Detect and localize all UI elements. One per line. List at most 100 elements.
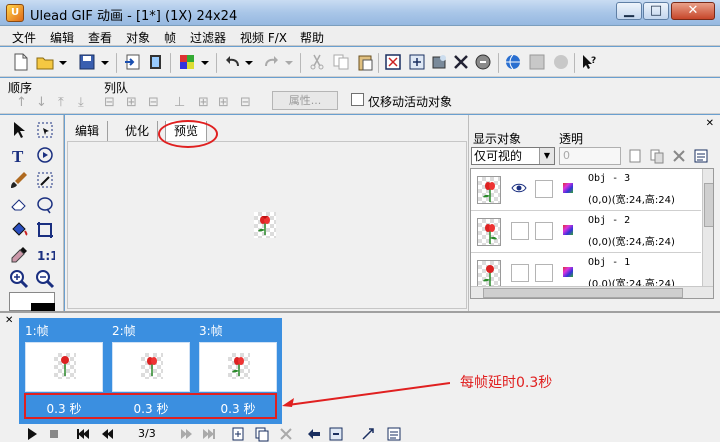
list-item[interactable]: Obj - 2 (0,0)(宽:24,高:24) <box>471 211 701 253</box>
redo-dropdown-icon[interactable] <box>284 53 294 71</box>
visibility-toggle[interactable] <box>511 264 529 282</box>
palette-dropdown-icon[interactable] <box>200 53 210 71</box>
distribute-icon[interactable]: ⊞ <box>218 95 229 110</box>
menu-help[interactable]: 帮助 <box>300 29 324 46</box>
menu-filter[interactable]: 过滤器 <box>190 29 226 46</box>
web-preview-icon[interactable] <box>504 53 522 71</box>
new-file-icon[interactable] <box>12 53 30 71</box>
lock-toggle[interactable] <box>535 222 553 240</box>
panel-close-icon[interactable]: ✕ <box>706 118 714 129</box>
import-icon[interactable] <box>124 53 142 71</box>
tween-icon[interactable] <box>306 426 322 442</box>
eye-icon[interactable] <box>511 182 529 198</box>
zoom-in-icon[interactable] <box>9 269 29 289</box>
menu-edit[interactable]: 编辑 <box>50 29 74 46</box>
align-center-icon[interactable]: ⊞ <box>126 95 137 110</box>
close-button[interactable]: ✕ <box>671 2 715 20</box>
menu-frame[interactable]: 帧 <box>164 29 176 46</box>
move-top-icon[interactable]: ⤒ <box>58 95 64 110</box>
pick-tool-icon[interactable] <box>9 120 29 140</box>
resize-icon[interactable] <box>408 53 426 71</box>
brush-tool-icon[interactable] <box>9 170 29 190</box>
move-active-only-checkbox[interactable] <box>351 93 364 106</box>
object-list-vertical-scrollbar[interactable] <box>702 169 713 286</box>
crop-icon[interactable] <box>384 53 402 71</box>
scrollbar-thumb[interactable] <box>483 288 683 298</box>
zoom-out-icon[interactable] <box>35 269 55 289</box>
stop-icon[interactable] <box>48 426 60 442</box>
magic-wand-tool-icon[interactable] <box>35 170 55 190</box>
cut-icon[interactable] <box>308 53 326 71</box>
lock-toggle[interactable] <box>535 180 553 198</box>
frame-properties-icon[interactable] <box>328 426 344 442</box>
align-right-icon[interactable]: ⊟ <box>148 95 159 110</box>
object-list-horizontal-scrollbar[interactable] <box>471 286 713 298</box>
copy-icon[interactable] <box>332 53 350 71</box>
film-import-icon[interactable] <box>146 53 164 71</box>
duplicate-frame-icon[interactable] <box>254 426 270 442</box>
tab-optimize[interactable]: 优化 <box>117 121 159 141</box>
actual-size-icon[interactable]: 1:1 <box>35 245 55 265</box>
ellipse-select-icon[interactable] <box>35 195 55 215</box>
paint-bucket-icon[interactable] <box>9 220 29 240</box>
marquee-tool-icon[interactable] <box>35 120 55 140</box>
list-item[interactable]: Obj - 3 (0,0)(宽:24,高:24) <box>471 169 701 211</box>
minimize-button[interactable]: ▁ <box>616 2 642 20</box>
menu-file[interactable]: 文件 <box>12 29 36 46</box>
first-frame-icon[interactable] <box>76 426 90 442</box>
open-dropdown-icon[interactable] <box>58 53 68 71</box>
previous-frame-icon[interactable] <box>100 426 114 442</box>
eraser-tool-icon[interactable] <box>9 195 29 215</box>
delete-frame-icon[interactable] <box>278 426 294 442</box>
visibility-toggle[interactable] <box>511 222 529 240</box>
delete-icon[interactable] <box>671 148 687 164</box>
reverse-icon[interactable] <box>360 426 376 442</box>
object-properties-icon[interactable] <box>693 148 709 164</box>
optimize-icon[interactable] <box>474 53 492 71</box>
help-pointer-icon[interactable]: ? <box>580 53 598 71</box>
lasso-tool-icon[interactable] <box>35 145 55 165</box>
display-object-select[interactable]: 仅可视的 ▼ <box>471 147 555 165</box>
eyedropper-tool-icon[interactable] <box>9 245 29 265</box>
disabled-tool-icon[interactable] <box>528 53 546 71</box>
undo-icon[interactable] <box>224 53 242 71</box>
move-down-icon[interactable]: ↓ <box>36 95 47 110</box>
play-icon[interactable] <box>26 426 38 442</box>
background-color-swatch[interactable] <box>31 303 55 311</box>
next-frame-icon[interactable] <box>180 426 194 442</box>
align-top-icon[interactable]: ⊥ <box>174 95 185 110</box>
lock-toggle[interactable] <box>535 264 553 282</box>
save-dropdown-icon[interactable] <box>100 53 110 71</box>
transform-tool-icon[interactable] <box>35 220 55 240</box>
menu-view[interactable]: 查看 <box>88 29 112 46</box>
last-frame-icon[interactable] <box>202 426 216 442</box>
scrollbar-thumb[interactable] <box>704 183 713 227</box>
add-frame-icon[interactable] <box>230 426 246 442</box>
preview-canvas[interactable] <box>67 141 467 309</box>
color-palette-icon[interactable] <box>178 53 196 71</box>
new-object-icon[interactable] <box>627 148 643 164</box>
align-left-icon[interactable]: ⊟ <box>104 95 115 110</box>
save-icon[interactable] <box>78 53 96 71</box>
tab-edit[interactable]: 编辑 <box>67 121 109 141</box>
text-tool-icon[interactable]: T <box>9 145 29 165</box>
paste-icon[interactable] <box>356 53 374 71</box>
distribute-v-icon[interactable]: ⊟ <box>240 95 251 110</box>
undo-dropdown-icon[interactable] <box>244 53 254 71</box>
redo-icon[interactable] <box>262 53 280 71</box>
frame-list-icon[interactable] <box>386 426 402 442</box>
disabled-cloud-icon[interactable] <box>552 53 570 71</box>
object-effect-icon[interactable] <box>430 53 448 71</box>
transparency-spinner[interactable]: 0 <box>559 147 621 165</box>
menu-video-fx[interactable]: 视频 F/X <box>240 29 287 46</box>
align-middle-icon[interactable]: ⊞ <box>198 95 209 110</box>
open-folder-icon[interactable] <box>36 53 54 71</box>
move-bottom-icon[interactable]: ⤓ <box>78 95 84 110</box>
move-up-icon[interactable]: ↑ <box>16 95 27 110</box>
duplicate-object-icon[interactable] <box>649 148 665 164</box>
frame-panel-close-icon[interactable]: ✕ <box>5 315 13 326</box>
maximize-button[interactable]: □ <box>643 2 669 20</box>
delete-object-icon[interactable] <box>452 53 470 71</box>
menu-object[interactable]: 对象 <box>126 29 150 46</box>
properties-button[interactable]: 属性... <box>272 91 338 110</box>
